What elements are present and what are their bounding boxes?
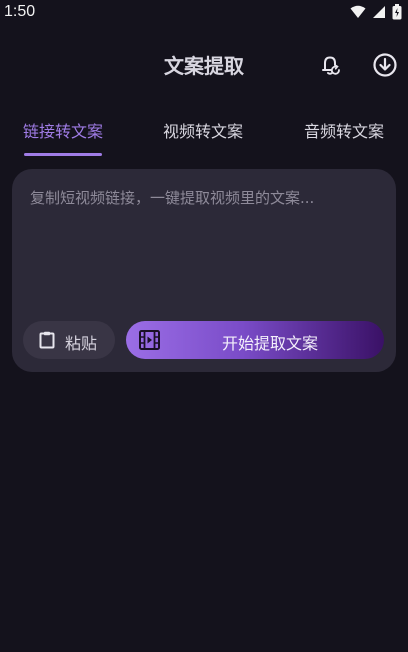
download-icon [373,53,397,77]
header: 文案提取 [0,40,408,88]
link-input-card: 复制短视频链接，一键提取视频里的文案... 粘贴 开始提取文案 [12,169,396,372]
download-button[interactable] [371,51,399,79]
battery-icon [392,4,402,20]
notification-button[interactable] [316,51,344,79]
tab-audio-to-text[interactable]: 音频转文案 [304,118,384,142]
link-input[interactable]: 复制短视频链接，一键提取视频里的文案... [30,187,314,208]
bell-refresh-icon [322,56,340,75]
status-icons [350,4,402,20]
active-tab-indicator [24,153,102,156]
clipboard-icon [39,331,55,349]
start-extract-button[interactable]: 开始提取文案 [126,321,384,359]
tab-bar: 链接转文案 视频转文案 音频转文案 [0,110,408,160]
status-bar: 1:50 [0,0,408,26]
tab-video-to-text[interactable]: 视频转文案 [163,118,243,142]
paste-button[interactable]: 粘贴 [23,321,115,359]
status-time: 1:50 [4,3,36,20]
paste-label: 粘贴 [65,334,98,353]
page-title: 文案提取 [164,54,244,78]
tab-link-to-text[interactable]: 链接转文案 [23,118,103,142]
cell-signal-icon [373,6,385,18]
wifi-icon [350,5,366,18]
start-extract-label: 开始提取文案 [221,334,318,353]
